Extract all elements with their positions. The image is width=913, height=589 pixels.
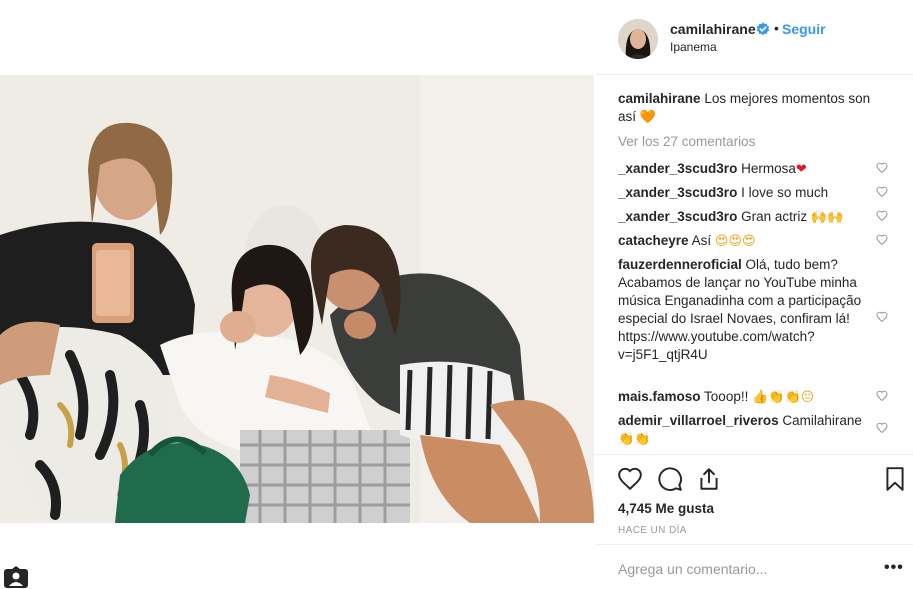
caption-username[interactable]: camilahirane	[618, 91, 701, 106]
heart-icon[interactable]	[876, 390, 888, 402]
comment-username[interactable]: catacheyre	[618, 233, 689, 248]
comment-text: Gran actriz	[741, 209, 808, 224]
bookmark-icon[interactable]	[882, 466, 908, 492]
comment-emoji: 🙌🙌	[810, 210, 844, 225]
comment-text: Hermosa	[741, 161, 796, 176]
comment-emoji: ❤	[795, 162, 807, 177]
heart-icon[interactable]	[876, 162, 888, 174]
add-comment-bar: •••	[594, 544, 913, 589]
verified-badge-icon	[756, 22, 770, 36]
comment-item: ademir_villarroel_riveros Camilahirane 👏…	[618, 412, 863, 449]
share-icon[interactable]	[696, 466, 722, 492]
heart-icon[interactable]	[876, 210, 888, 222]
post-header: camilahirane • Seguir Ipanema	[594, 0, 913, 75]
follow-button[interactable]: Seguir	[782, 21, 826, 37]
header-username[interactable]: camilahirane	[670, 21, 756, 37]
comment-emoji: 😍😍😍	[714, 234, 756, 249]
caption: camilahirane Los mejores momentos son as…	[618, 90, 878, 127]
orange-heart-emoji: 🧡	[639, 110, 656, 125]
comment-username[interactable]: _xander_3scud3ro	[618, 209, 737, 224]
heart-icon[interactable]	[876, 234, 888, 246]
comment-username[interactable]: _xander_3scud3ro	[618, 161, 737, 176]
comment-text: Camilahirane	[782, 413, 862, 428]
post-photo[interactable]	[0, 75, 594, 523]
heart-icon[interactable]	[876, 186, 888, 198]
comment-username[interactable]: fauzerdenneroficial	[618, 257, 742, 272]
comment-text: I love so much	[741, 185, 829, 200]
comments-list[interactable]: camilahirane Los mejores momentos son as…	[594, 76, 913, 454]
comment-username[interactable]: mais.famoso	[618, 389, 701, 404]
post-timestamp[interactable]: HACE UN DÍA	[618, 525, 687, 536]
comment-username[interactable]: ademir_villarroel_riveros	[618, 413, 779, 428]
likes-count[interactable]: 4,745 Me gusta	[618, 501, 714, 516]
dot-separator: •	[774, 20, 779, 36]
comment-item: _xander_3scud3ro Hermosa❤	[618, 160, 863, 179]
post-side-panel: camilahirane • Seguir Ipanema camilahira…	[594, 0, 913, 589]
heart-icon[interactable]	[617, 466, 643, 492]
comment-emoji: 👏👏	[618, 432, 651, 447]
profile-tag-icon[interactable]	[3, 566, 29, 588]
avatar[interactable]	[618, 19, 658, 59]
comment-text: Olá, tudo bem? Acabamos de lançar no You…	[618, 257, 862, 362]
comment-item: catacheyre Así 😍😍😍	[618, 232, 863, 251]
comment-item: _xander_3scud3ro Gran actriz 🙌🙌	[618, 208, 863, 227]
comment-username[interactable]: _xander_3scud3ro	[618, 185, 737, 200]
comment-text: Así	[691, 233, 712, 248]
comment-emoji: 👍👏👏😐	[752, 390, 815, 405]
photo-scene	[0, 75, 594, 523]
location-link[interactable]: Ipanema	[670, 40, 717, 54]
comment-input[interactable]	[618, 561, 858, 577]
view-all-comments-link[interactable]: Ver los 27 comentarios	[618, 134, 755, 149]
comment-text: Tooop!!	[704, 389, 749, 404]
heart-icon[interactable]	[876, 311, 888, 323]
heart-icon[interactable]	[876, 422, 888, 434]
more-options-button[interactable]: •••	[884, 559, 904, 577]
comment-item: _xander_3scud3ro I love so much	[618, 184, 863, 202]
comment-item: fauzerdenneroficial Olá, tudo bem? Acaba…	[618, 256, 863, 364]
comment-item: mais.famoso Tooop!! 👍👏👏😐	[618, 388, 863, 407]
action-bar: 4,745 Me gusta HACE UN DÍA	[594, 454, 913, 544]
comment-icon[interactable]	[657, 466, 683, 492]
